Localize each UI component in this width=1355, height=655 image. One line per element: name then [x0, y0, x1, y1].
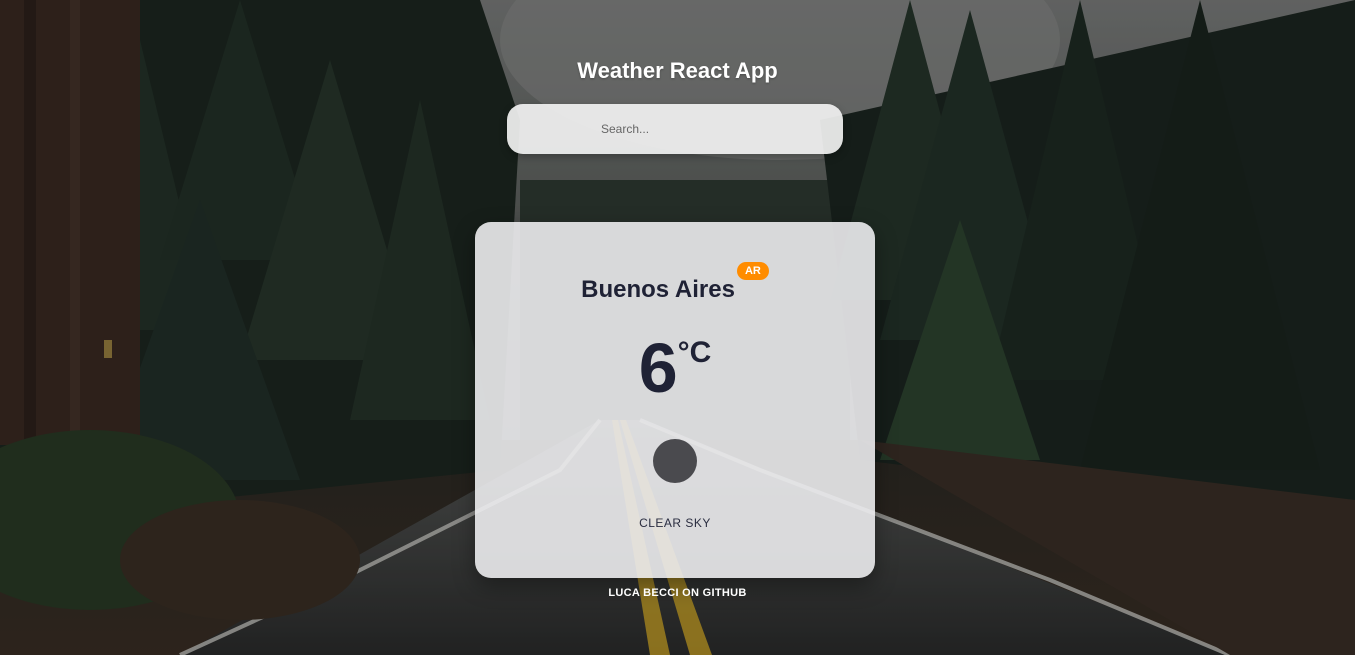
clear-sky-icon [653, 439, 697, 483]
country-badge: AR [736, 262, 769, 280]
app-title: Weather React App [577, 58, 778, 83]
temperature-unit: °C [677, 336, 712, 369]
temperature-row: 6°C [475, 328, 875, 408]
weather-card: Buenos AiresAR 6°C CLEAR SKY [475, 222, 875, 578]
city-name: Buenos Aires [581, 276, 735, 304]
app-root: Weather React App Buenos AiresAR 6°C CLE… [0, 0, 1355, 655]
github-link[interactable]: LUCA BECCI ON GITHUB [0, 587, 1355, 599]
search-input[interactable] [507, 104, 843, 154]
temperature-value: 6 [638, 329, 678, 407]
search-box[interactable] [507, 104, 843, 154]
weather-description: CLEAR SKY [639, 516, 711, 530]
location-row: Buenos AiresAR [475, 262, 875, 304]
